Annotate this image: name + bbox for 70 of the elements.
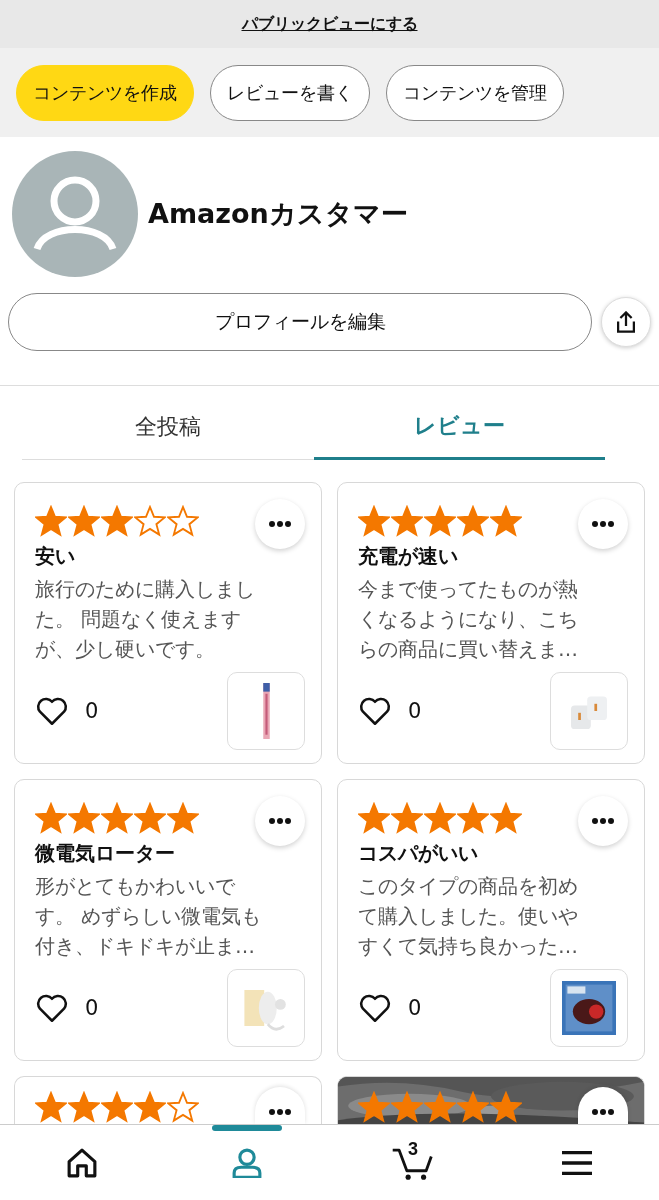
filled-star-icon [490,505,522,537]
more-icon [269,818,291,824]
share-icon [617,311,635,333]
avatar-icon [12,151,138,277]
action-button[interactable]: レビューを書く [210,64,370,121]
review-text: 今まで使ってたものが熱くなるようになり、こちらの商品に買い替えま… [358,576,579,663]
review-text: このタイプの商品を初めて購入しました。使いやすくて気持ち良かった… [358,873,579,960]
tab[interactable]: レビュー [313,394,605,460]
more-icon [592,1109,614,1115]
profile-name: Amazonカスタマー [148,197,408,231]
more-options-button[interactable] [255,796,305,846]
action-button[interactable]: コンテンツを作成 [16,64,194,121]
filled-star-icon [358,802,390,834]
filled-star-icon [101,802,133,834]
review-title: 安い [35,543,76,570]
public-view-link[interactable]: パブリックビューにする [241,13,418,35]
action-button[interactable]: コンテンツを管理 [386,64,564,121]
more-icon [592,818,614,824]
review-text: 形がとてもかわいいです。 めずらしい微電気も付き、ドキドキが止ま… [35,873,263,960]
filled-star-icon [68,505,100,537]
filled-star-icon [457,1091,489,1123]
filled-star-icon [68,802,100,834]
more-options-button[interactable] [255,499,305,549]
like-count: 0 [85,996,99,1020]
filled-star-icon [424,802,456,834]
review-card[interactable]: 微電気ローター 形がとてもかわいいです。 めずらしい微電気も付き、ドキドキが止ま… 0 [14,779,322,1061]
like-count: 0 [408,996,422,1020]
like-count: 0 [408,699,422,723]
review-card[interactable]: 安い 旅行のために購入しました。 問題なく使えますが、少し硬いです。 0 [14,482,322,764]
menu-icon [561,1150,592,1175]
more-options-button[interactable] [255,1087,305,1124]
filled-star-icon [134,802,166,834]
like-count: 0 [85,699,99,723]
filled-star-icon [358,505,390,537]
filled-star-icon [68,1091,100,1123]
more-icon [592,521,614,527]
share-button[interactable] [601,297,651,347]
person-icon [232,1147,263,1178]
cart-nav-button[interactable]: 3 [329,1125,495,1200]
filled-star-icon [35,802,67,834]
filled-star-icon [101,1091,133,1123]
review-card[interactable]: 充電が速い 今まで使ってたものが熱くなるようになり、こちらの商品に買い替えま… 0 [337,482,645,764]
filled-star-icon [457,505,489,537]
filled-star-icon [391,802,423,834]
filled-star-icon [391,505,423,537]
cart-count: 3 [407,1138,418,1160]
more-options-button[interactable] [578,499,628,549]
review-title: 充電が速い [358,543,459,570]
more-icon [269,521,291,527]
review-text: 旅行のために購入しました。 問題なく使えますが、少し硬いです。 [35,576,256,663]
review-card[interactable]: コスパがいい このタイプの商品を初めて購入しました。使いやすくて気持ち良かった… 0 [337,779,645,1061]
filled-star-icon [424,505,456,537]
filled-star-icon [35,1091,67,1123]
filled-star-icon [167,802,199,834]
edit-profile-button[interactable]: プロフィールを編集 [8,293,592,351]
filled-star-icon [101,505,133,537]
review-title: コスパがいい [358,840,479,867]
filled-star-icon [457,802,489,834]
filled-star-icon [358,1091,390,1123]
tab[interactable]: 全投稿 [22,394,314,460]
more-icon [269,1109,291,1115]
home-icon [67,1147,98,1178]
review-title: 微電気ローター [35,840,176,867]
filled-star-icon [391,1091,423,1123]
filled-star-icon [490,1091,522,1123]
filled-star-icon [134,1091,166,1123]
filled-star-icon [490,802,522,834]
more-options-button[interactable] [578,796,628,846]
filled-star-icon [424,1091,456,1123]
filled-star-icon [35,505,67,537]
